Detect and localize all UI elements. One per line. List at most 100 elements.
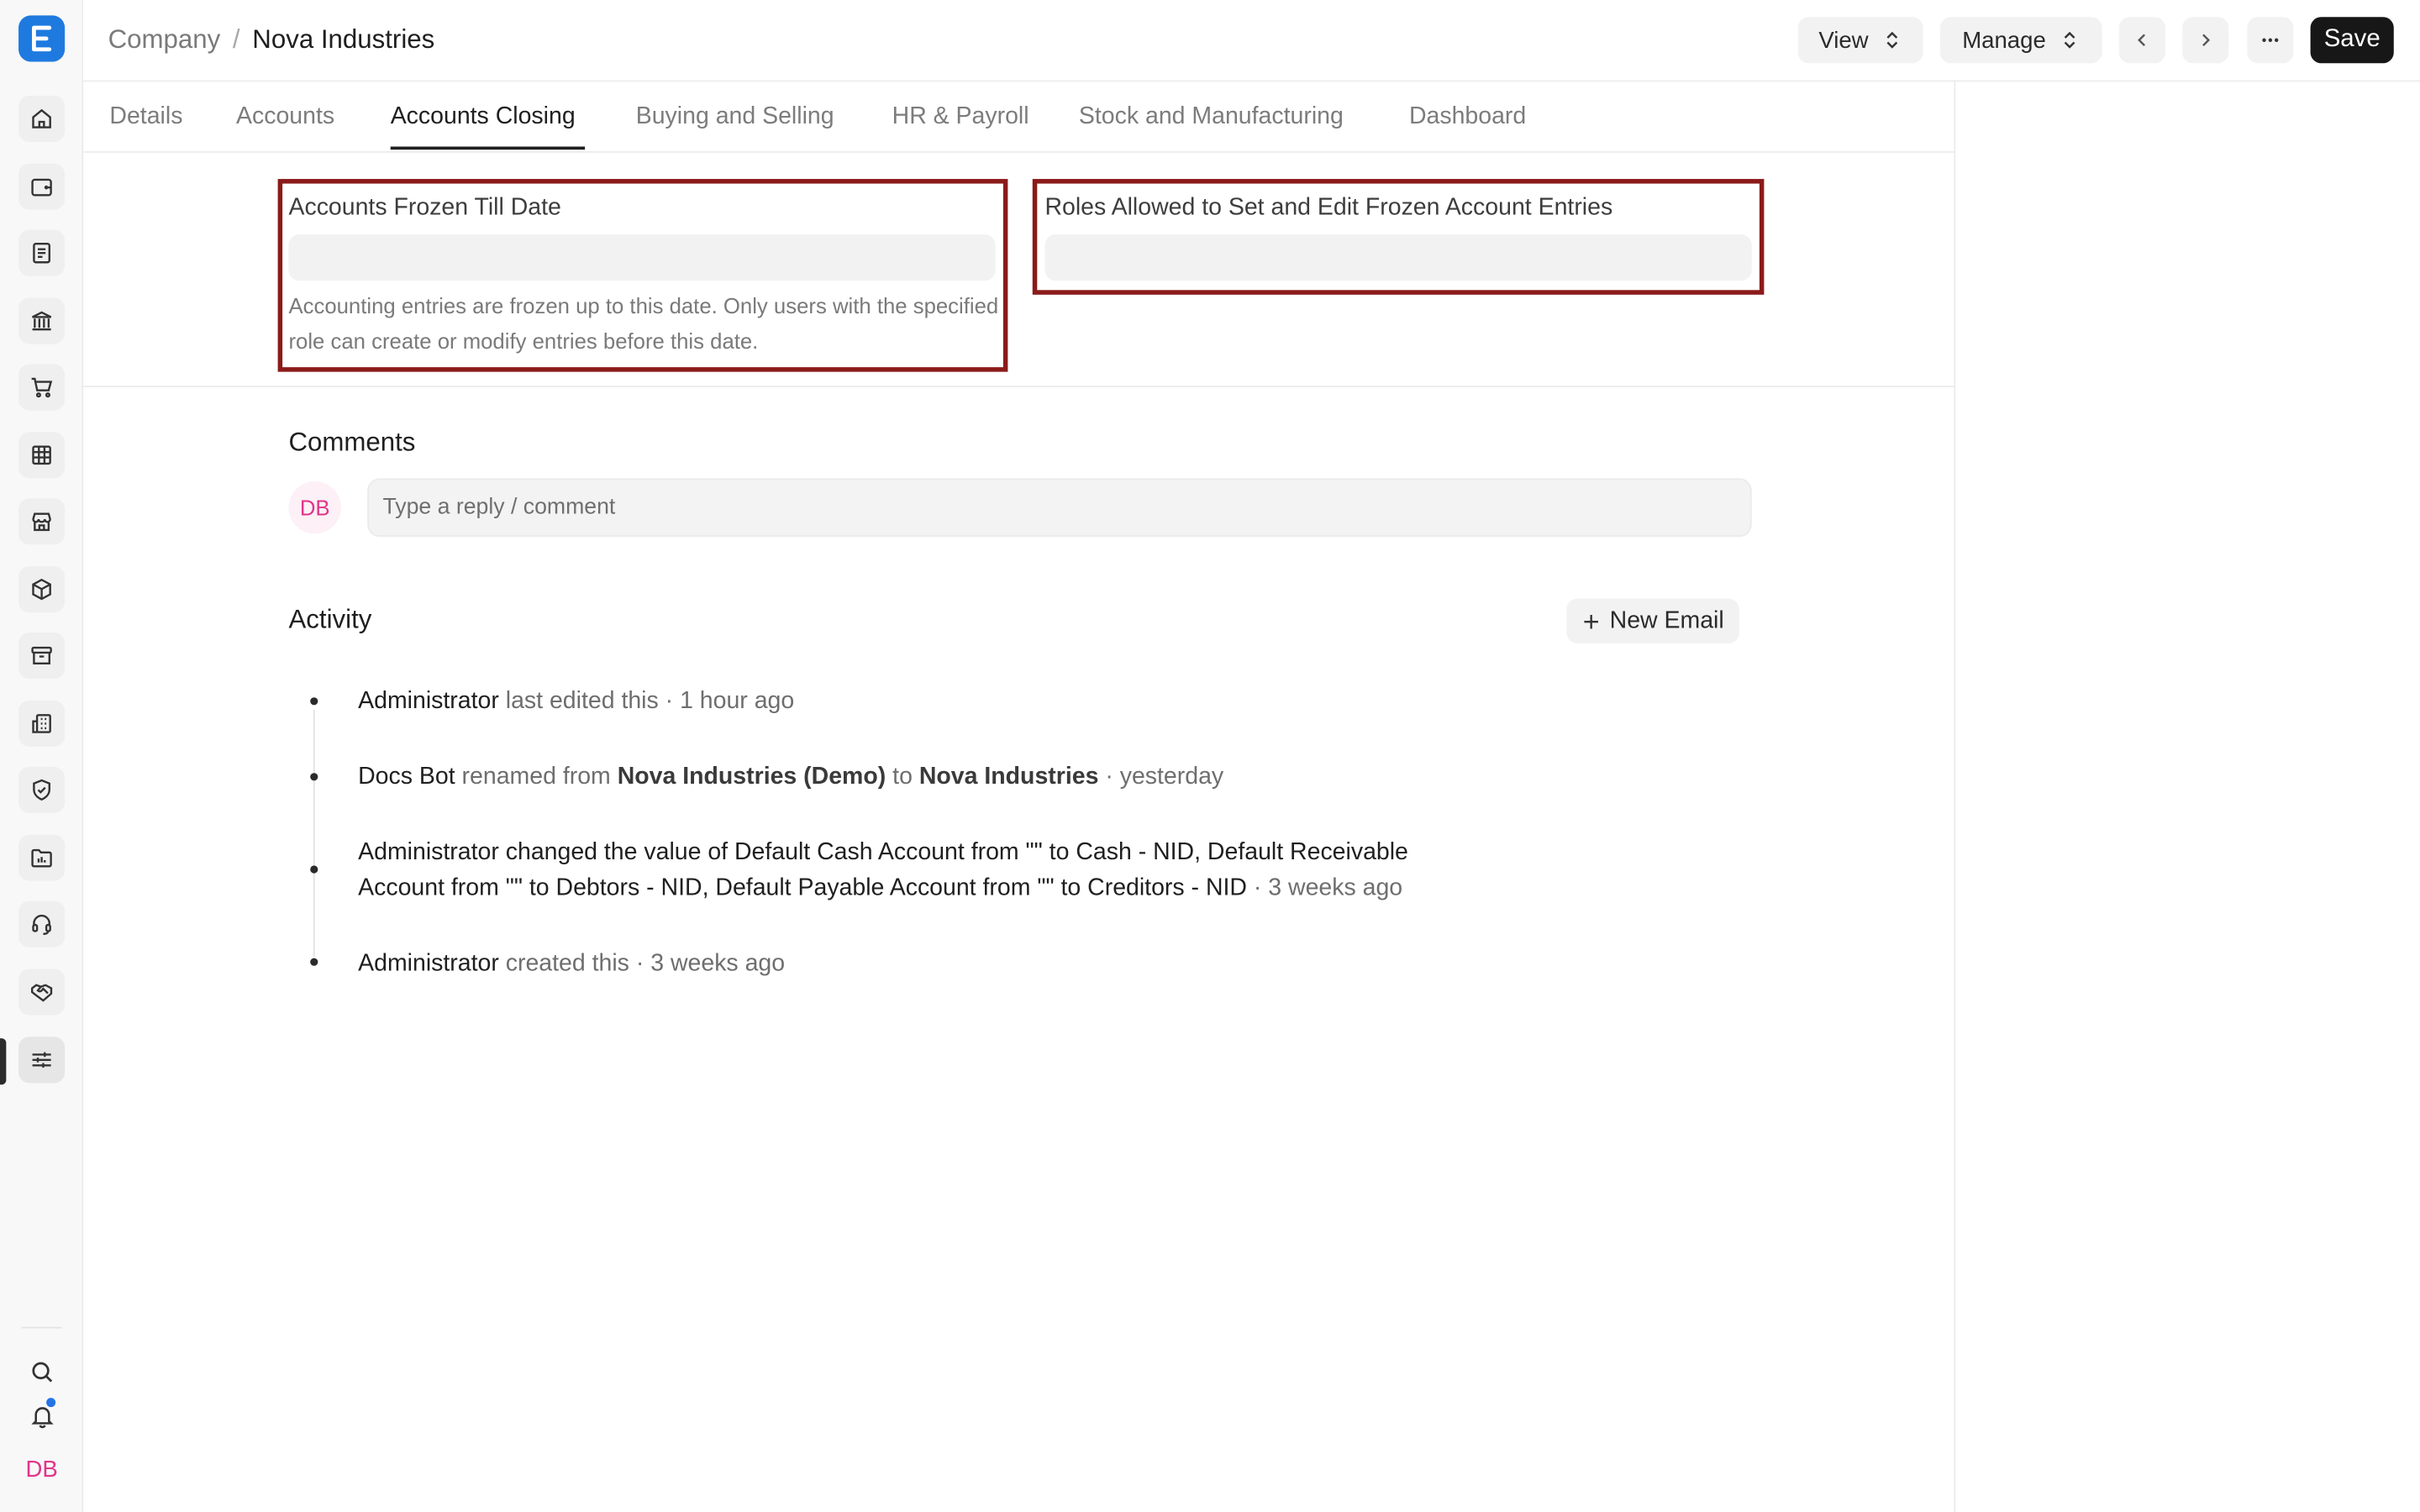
handshake-icon	[31, 984, 53, 1002]
sidebar-package[interactable]	[18, 566, 66, 613]
tab-details[interactable]: Details	[109, 103, 182, 131]
building-icon	[32, 714, 51, 733]
sidebar-home[interactable]	[18, 95, 66, 142]
sidebar-bank[interactable]	[18, 297, 66, 344]
activity-time: · 3 weeks ago	[629, 950, 786, 977]
document-icon	[33, 243, 50, 264]
comment-input[interactable]	[367, 478, 1752, 538]
tab-buying-and-selling[interactable]: Buying and Selling	[636, 103, 834, 131]
next-record-button[interactable]	[2182, 17, 2229, 64]
tab-hr-payroll[interactable]: HR & Payroll	[892, 103, 1029, 131]
page-header: Company / Nova Industries View Manage Sa…	[83, 0, 2420, 82]
chevron-up-down-icon	[2063, 31, 2075, 49]
frozen-till-date-input[interactable]	[288, 234, 996, 281]
sidebar-search[interactable]	[18, 1348, 65, 1394]
new-email-label: New Email	[1609, 606, 1724, 633]
activity-text: Account from "" to	[358, 874, 556, 901]
sidebar-store[interactable]	[18, 498, 66, 545]
timeline-dot	[310, 958, 318, 966]
activity-actor[interactable]: Administrator	[358, 688, 499, 714]
side-panel-divider	[1954, 81, 1956, 1512]
tab-stock-and-manufacturing[interactable]: Stock and Manufacturing	[1079, 103, 1344, 131]
activity-text: renamed from	[455, 764, 618, 790]
bank-icon	[32, 311, 52, 331]
settings-sliders-icon	[32, 1052, 51, 1068]
timeline-dot	[310, 865, 318, 874]
sidebar-cart[interactable]	[18, 364, 66, 411]
sidebar-crm[interactable]	[18, 969, 66, 1016]
sidebar-support[interactable]	[18, 900, 66, 948]
frozen-till-date-label: Accounts Frozen Till Date	[288, 194, 561, 221]
sidebar-documents[interactable]	[18, 229, 66, 276]
activity-time: · 3 weeks ago	[1246, 874, 1403, 901]
chevron-up-down-icon	[1886, 31, 1897, 49]
package-icon	[32, 578, 51, 601]
sidebar-folder[interactable]	[18, 834, 66, 881]
timeline-dot	[310, 773, 318, 781]
sidebar-shield[interactable]	[18, 766, 66, 813]
more-actions-button[interactable]	[2247, 17, 2294, 64]
activity-actor[interactable]: Administrator	[358, 950, 499, 976]
sidebar: DB	[0, 0, 84, 1512]
save-button[interactable]: Save	[2310, 17, 2394, 64]
ellipsis-icon	[2262, 38, 2279, 42]
activity-time: · 1 hour ago	[658, 688, 795, 715]
timeline-dot	[310, 697, 318, 706]
activity-actor[interactable]: Docs Bot	[358, 764, 455, 790]
sidebar-wallet[interactable]	[18, 163, 66, 210]
activity-text: , Default Receivable	[1194, 839, 1408, 866]
frozen-roles-label: Roles Allowed to Set and Edit Frozen Acc…	[1044, 194, 1613, 221]
activity-value: Cash - NID	[1076, 839, 1195, 866]
sidebar-divider	[21, 1326, 62, 1329]
activity-item: Administrator changed the value of Defau…	[358, 835, 1408, 906]
chevron-right-icon	[2202, 34, 2211, 47]
activity-actor[interactable]: Administrator	[358, 839, 499, 865]
frozen-roles-input[interactable]	[1044, 234, 1752, 281]
activity-text: last edited this	[498, 688, 659, 715]
tab-dashboard[interactable]: Dashboard	[1409, 103, 1526, 131]
table-icon	[32, 445, 51, 465]
manage-dropdown[interactable]: Manage	[1939, 17, 2102, 64]
active-tab-underline	[390, 146, 586, 150]
activity-item: Administrator last edited this · 1 hour …	[358, 684, 794, 719]
sidebar-settings[interactable]	[18, 1037, 66, 1084]
archive-icon	[31, 646, 52, 664]
search-icon	[31, 1361, 52, 1382]
comment-avatar: DB	[288, 481, 341, 534]
activity-value: Debtors - NID	[555, 874, 702, 901]
cart-icon	[31, 377, 53, 398]
activity-text: , Default Payable Account from "" to	[702, 874, 1088, 901]
shield-icon	[33, 779, 50, 801]
activity-item: Administrator created this · 3 weeks ago	[358, 946, 785, 981]
app-logo[interactable]	[18, 15, 66, 62]
activity-old-name: Nova Industries (Demo)	[617, 764, 886, 790]
folder-icon	[31, 848, 52, 868]
tab-accounts[interactable]: Accounts	[236, 103, 334, 131]
previous-record-button[interactable]	[2118, 17, 2165, 64]
activity-value: Creditors - NID	[1087, 874, 1247, 901]
app-window: DB Company / Nova Industries View Manage…	[0, 0, 2420, 1512]
plus-icon	[1584, 614, 1598, 628]
view-label: View	[1818, 27, 1869, 54]
user-avatar[interactable]: DB	[18, 1446, 65, 1492]
sidebar-notifications[interactable]	[18, 1392, 65, 1438]
sidebar-table[interactable]	[18, 432, 66, 479]
breadcrumb: Company / Nova Industries	[108, 24, 435, 55]
activity-text: changed the value of Default Cash Accoun…	[498, 839, 1076, 866]
store-icon	[32, 512, 51, 532]
new-email-button[interactable]: New Email	[1566, 598, 1739, 643]
manage-label: Manage	[1962, 27, 2046, 54]
comments-title: Comments	[288, 427, 416, 457]
chevron-left-icon	[2138, 34, 2145, 47]
breadcrumb-parent[interactable]: Company	[108, 24, 221, 55]
sidebar-archive[interactable]	[18, 633, 66, 680]
notification-dot	[45, 1396, 57, 1409]
tab-accounts-closing[interactable]: Accounts Closing	[391, 103, 576, 131]
activity-item: Docs Bot renamed from Nova Industries (D…	[358, 759, 1223, 795]
view-dropdown[interactable]: View	[1797, 17, 1923, 64]
sidebar-building[interactable]	[18, 700, 66, 747]
tab-bar: Details Accounts Accounts Closing Buying…	[83, 81, 1956, 153]
active-indicator	[0, 1038, 7, 1085]
breadcrumb-separator: /	[232, 24, 240, 55]
activity-new-name: Nova Industries	[918, 764, 1099, 790]
